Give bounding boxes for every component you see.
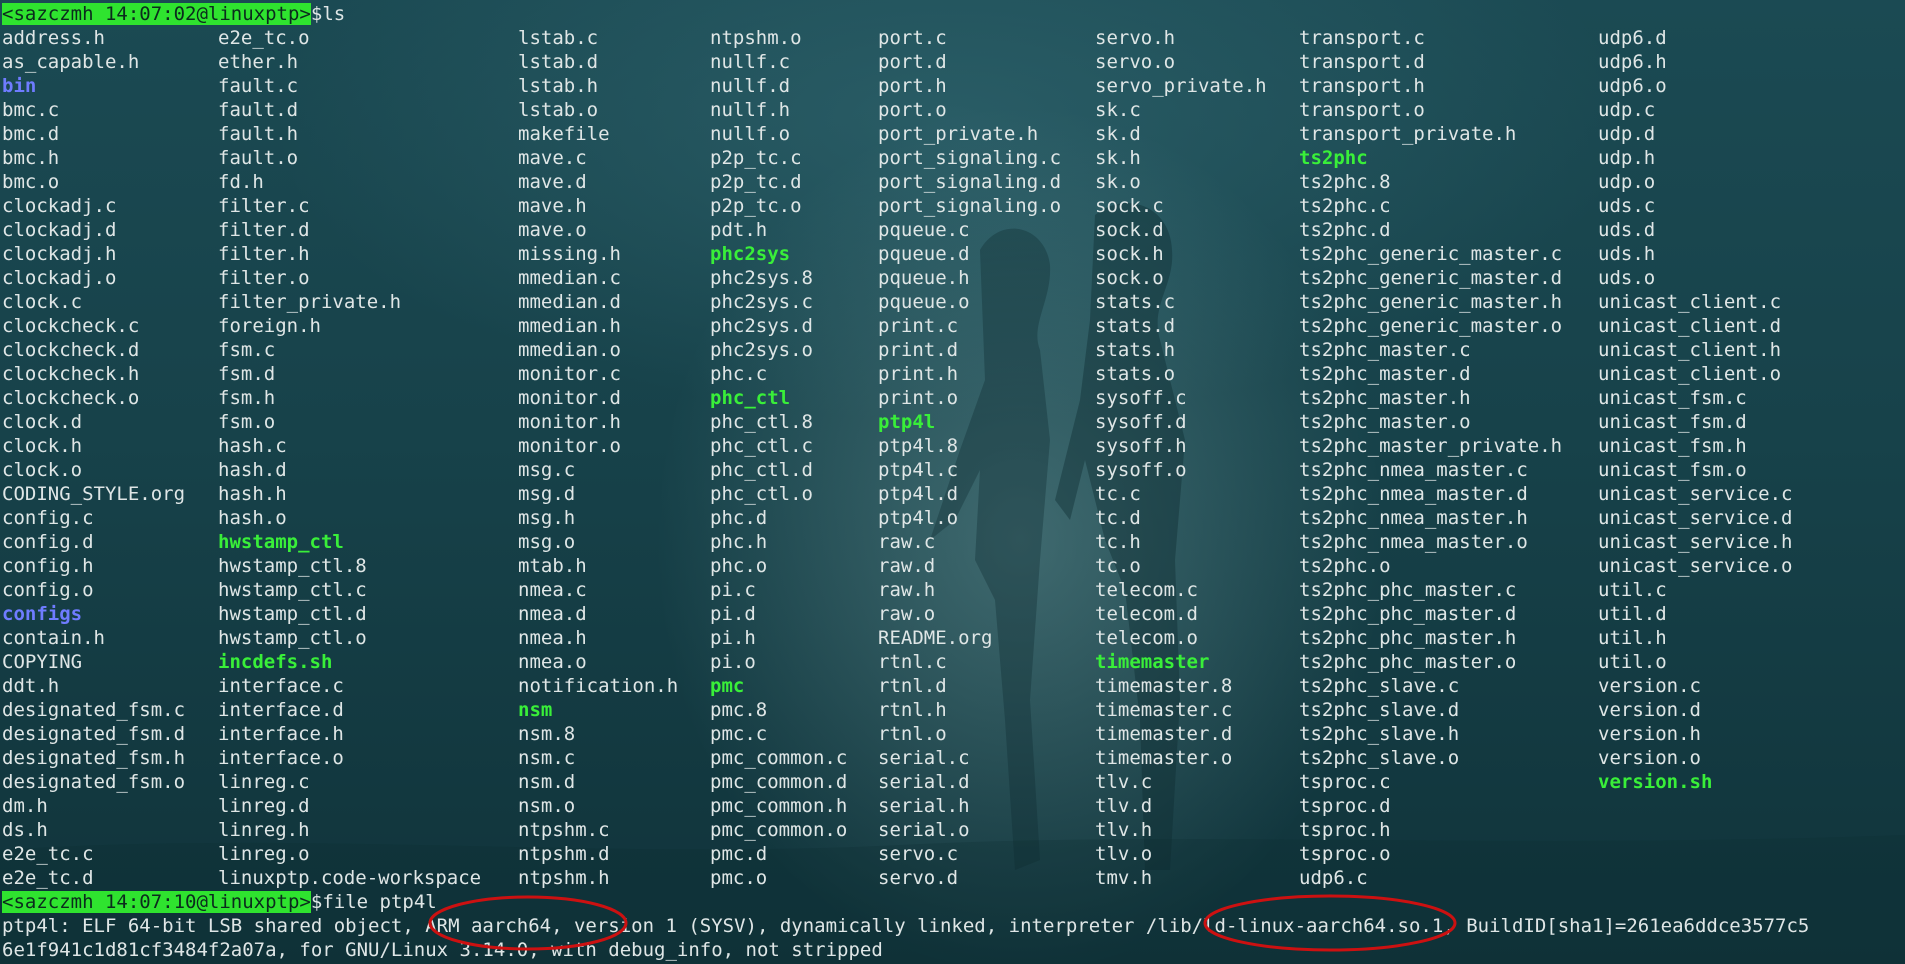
terminal-window[interactable]: <sazczmh 14:07:02@linuxptp>$ls address.h…: [0, 0, 1905, 964]
annotation-layer: [428, 894, 1457, 952]
annotation-ellipse-arch: [428, 895, 628, 951]
annotation-ellipse-interpreter: [1203, 894, 1457, 952]
